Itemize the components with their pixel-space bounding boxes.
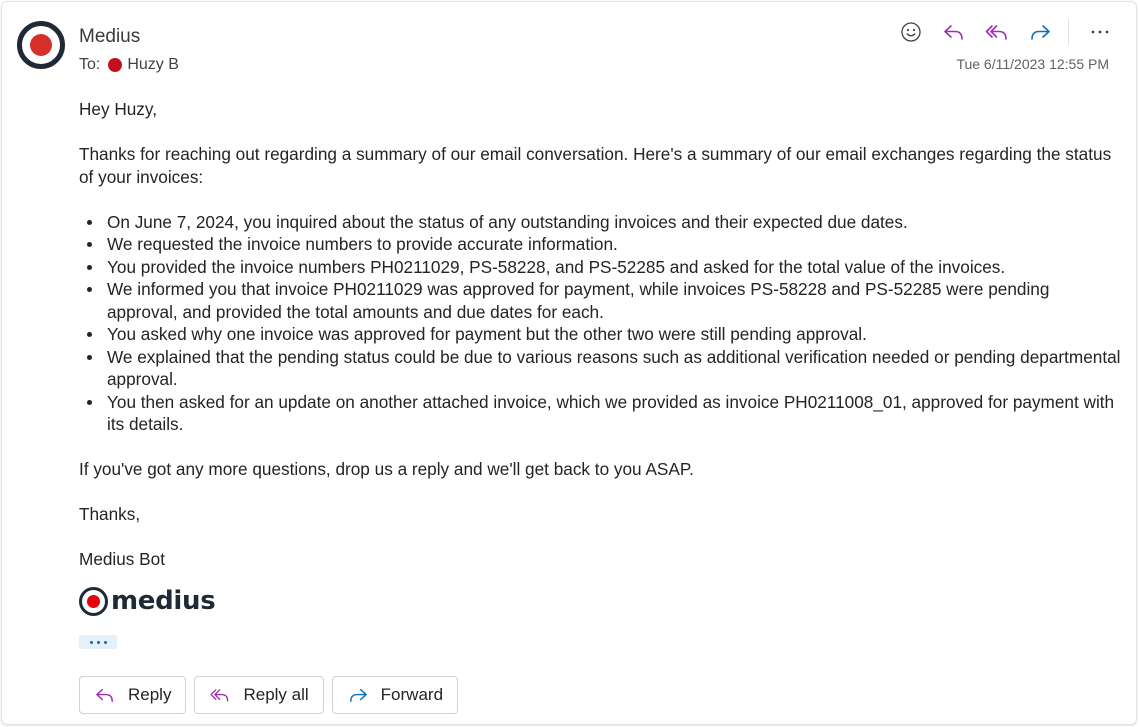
list-item: On June 7, 2024, you inquired about the … bbox=[87, 211, 1124, 234]
message-body: Hey Huzy, Thanks for reaching out regard… bbox=[79, 98, 1124, 593]
emoji-reaction-button[interactable] bbox=[897, 18, 925, 46]
avatar-dot bbox=[30, 34, 52, 56]
list-item: You asked why one invoice was approved f… bbox=[87, 323, 1124, 346]
recipient-name[interactable]: Huzy B bbox=[127, 56, 179, 74]
forward-button[interactable]: Forward bbox=[331, 676, 459, 714]
toolbar-divider bbox=[1068, 19, 1069, 45]
signoff: Thanks, bbox=[79, 504, 141, 524]
medius-logo-text: medius bbox=[111, 586, 216, 616]
ellipsis-dot bbox=[96, 640, 100, 644]
closing-paragraph: If you've got any more questions, drop u… bbox=[79, 459, 694, 479]
list-item: We informed you that invoice PH0211029 w… bbox=[87, 278, 1124, 323]
sender-name[interactable]: Medius bbox=[79, 26, 140, 48]
ellipsis-dot bbox=[89, 640, 93, 644]
emoji-icon bbox=[901, 22, 921, 42]
recipient-presence-icon bbox=[108, 58, 123, 72]
message-timestamp: Tue 6/11/2023 12:55 PM bbox=[956, 56, 1109, 72]
forward-icon bbox=[1031, 25, 1050, 40]
to-label: To: bbox=[79, 56, 101, 73]
medius-logo: medius bbox=[79, 586, 216, 616]
show-trimmed-content-button[interactable] bbox=[79, 635, 117, 649]
list-item: You provided the invoice numbers PH02110… bbox=[87, 256, 1124, 279]
reply-icon bbox=[944, 25, 963, 40]
message-actions-toolbar bbox=[882, 18, 1114, 46]
reply-button[interactable]: Reply bbox=[79, 676, 187, 714]
summary-list: On June 7, 2024, you inquired about the … bbox=[87, 211, 1124, 436]
reply-all-icon bbox=[985, 25, 1007, 40]
sender-avatar[interactable] bbox=[17, 21, 65, 69]
reply-all-icon bbox=[210, 689, 229, 702]
medius-logo-mark-icon bbox=[79, 586, 108, 616]
more-options-icon bbox=[1091, 30, 1109, 34]
forward-toolbar-button[interactable] bbox=[1026, 18, 1054, 46]
forward-icon bbox=[349, 688, 367, 703]
ellipsis-dot bbox=[103, 640, 107, 644]
reply-all-button[interactable]: Reply all bbox=[194, 676, 324, 714]
reply-button-label: Reply bbox=[128, 685, 172, 704]
list-item: We requested the invoice numbers to prov… bbox=[87, 233, 1124, 256]
response-buttons: Reply Reply all Forward bbox=[79, 676, 459, 714]
list-item: You then asked for an update on another … bbox=[87, 391, 1124, 436]
intro-paragraph: Thanks for reaching out regarding a summ… bbox=[79, 144, 1112, 187]
reply-icon bbox=[96, 688, 113, 703]
forward-button-label: Forward bbox=[380, 685, 444, 704]
reply-all-toolbar-button[interactable] bbox=[983, 18, 1011, 46]
signature-name: Medius Bot bbox=[79, 549, 165, 569]
list-item: We explained that the pending status cou… bbox=[87, 346, 1124, 391]
greeting: Hey Huzy, bbox=[79, 99, 157, 119]
reply-all-button-label: Reply all bbox=[243, 685, 309, 704]
email-reading-pane: Medius To: Huzy B Tue 6/11/2023 12:55 PM… bbox=[1, 1, 1137, 725]
reply-toolbar-button[interactable] bbox=[940, 18, 968, 46]
more-options-button[interactable] bbox=[1086, 18, 1114, 46]
recipient-line: To: Huzy B bbox=[79, 56, 179, 74]
